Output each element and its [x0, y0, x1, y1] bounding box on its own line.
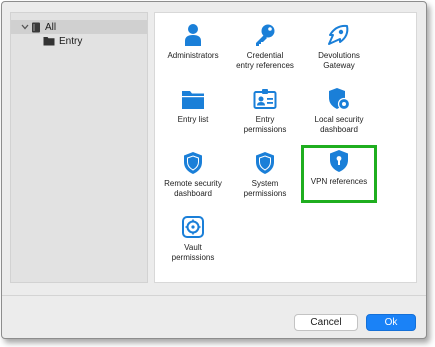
- tile-remote-security-dashboard[interactable]: Remote security dashboard: [155, 147, 231, 205]
- user-icon: [183, 23, 203, 47]
- vault-icon: [181, 215, 205, 239]
- tree-item-label: Entry: [59, 35, 83, 47]
- tile-vpn-references[interactable]: VPN references: [301, 145, 377, 203]
- vault-book-icon: [31, 22, 41, 33]
- tree-panel: All Entry: [10, 12, 148, 283]
- tile-vault-permissions[interactable]: Vault permissions: [155, 211, 231, 269]
- shield-lock-icon: [328, 149, 350, 173]
- add-permission-dialog: All Entry Administrators Credential entr…: [1, 1, 427, 339]
- tile-credential-entry-references[interactable]: Credential entry references: [227, 19, 303, 77]
- folder-icon: [181, 87, 205, 111]
- tile-label: Local security dashboard: [314, 115, 364, 134]
- tile-label: VPN references: [310, 177, 368, 186]
- id-card-icon: [253, 87, 277, 111]
- tile-label: Remote security dashboard: [164, 179, 222, 198]
- tile-label: Devolutions Gateway: [318, 51, 360, 70]
- permission-grid: Administrators Credential entry referenc…: [154, 12, 417, 283]
- tree-item-entry[interactable]: Entry: [43, 34, 82, 48]
- shield-icon: [182, 151, 204, 175]
- tile-label: Administrators: [167, 51, 219, 60]
- cancel-button[interactable]: Cancel: [294, 314, 358, 331]
- footer-divider: [2, 295, 426, 296]
- tile-label: Credential entry references: [236, 51, 294, 70]
- folder-icon: [43, 36, 55, 46]
- tile-label: Vault permissions: [171, 243, 215, 262]
- tile-system-permissions[interactable]: System permissions: [227, 147, 303, 205]
- tree-item-label: All: [45, 21, 57, 33]
- tile-devolutions-gateway[interactable]: Devolutions Gateway: [301, 19, 377, 77]
- shield-icon: [254, 151, 276, 175]
- ok-button[interactable]: Ok: [366, 314, 416, 331]
- chevron-down-icon[interactable]: [19, 24, 31, 30]
- tile-label: Entry permissions: [243, 115, 287, 134]
- tile-label: System permissions: [243, 179, 287, 198]
- gateway-icon: [326, 23, 352, 47]
- tile-local-security-dashboard[interactable]: Local security dashboard: [301, 83, 377, 141]
- tile-entry-permissions[interactable]: Entry permissions: [227, 83, 303, 141]
- tile-administrators[interactable]: Administrators: [155, 19, 231, 77]
- shield-gear-icon: [327, 87, 351, 111]
- key-icon: [253, 23, 277, 47]
- tile-label: Entry list: [177, 115, 209, 124]
- tree-item-all[interactable]: All: [11, 20, 147, 34]
- tile-entry-list[interactable]: Entry list: [155, 83, 231, 141]
